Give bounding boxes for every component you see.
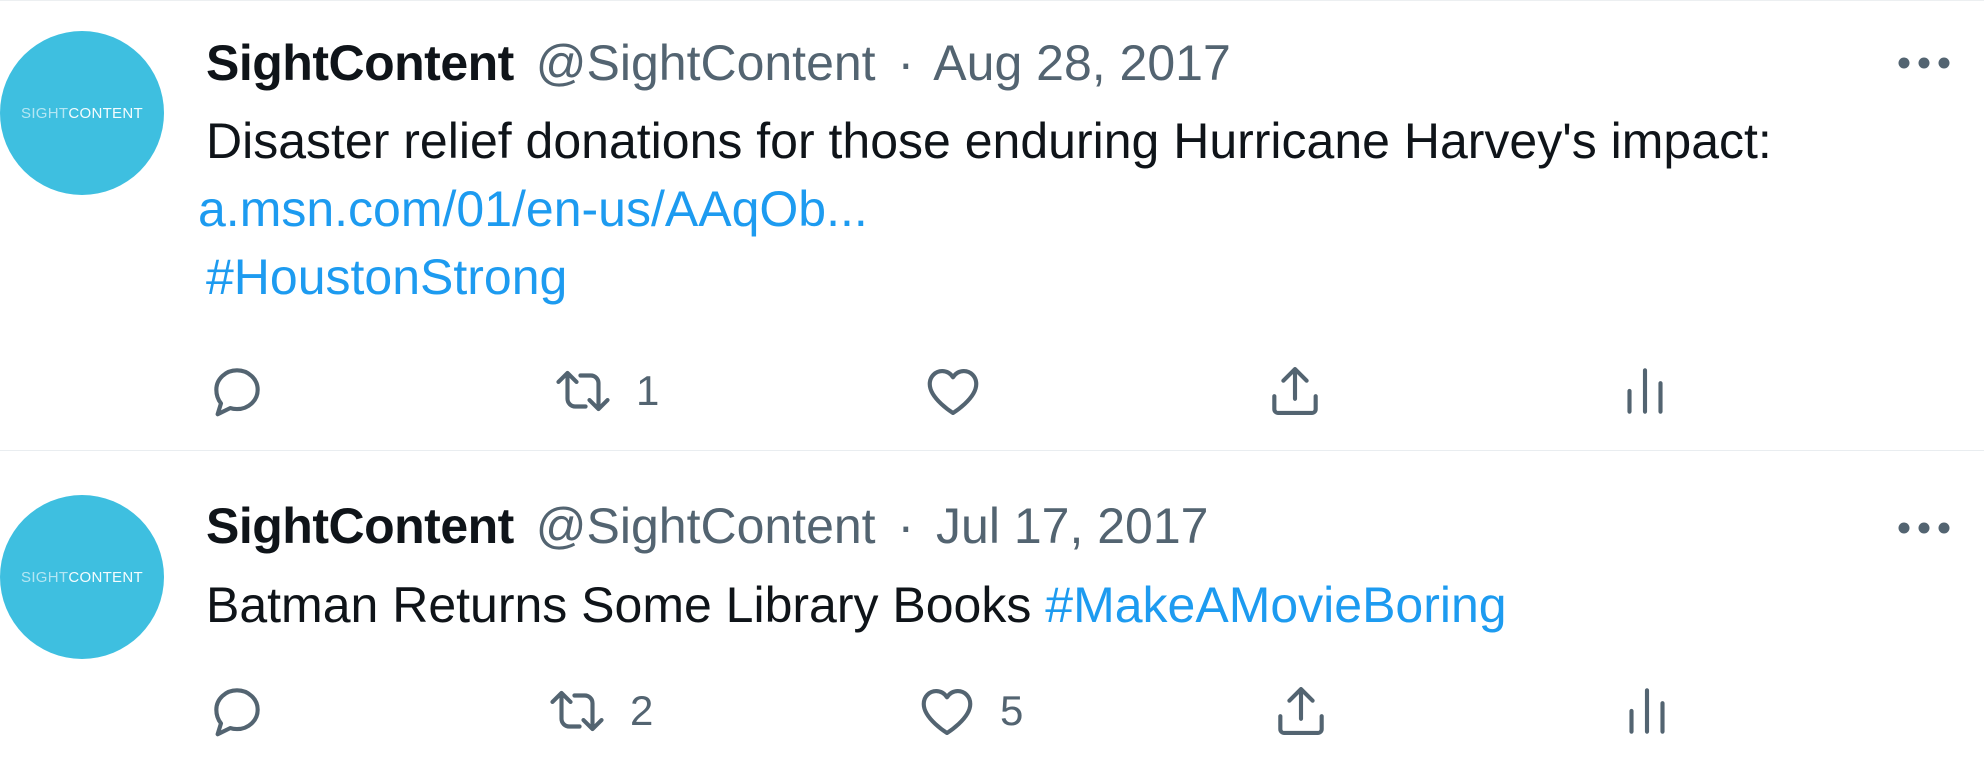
tweet-header: SightContent @SightContent · Jul 17, 201…	[206, 496, 1208, 556]
reply-button[interactable]	[206, 676, 290, 746]
hashtag-link[interactable]: #MakeAMovieBoring	[1045, 577, 1506, 633]
reply-icon	[214, 368, 260, 417]
heart-icon	[921, 689, 973, 736]
reply-button[interactable]	[206, 356, 290, 426]
tweet[interactable]: SIGHTCONTENT SightContent @SightContent …	[0, 0, 1984, 451]
share-icon	[1272, 366, 1318, 416]
analytics-icon	[1629, 688, 1665, 734]
tweet-link[interactable]: a.msn.com/01/en-us/AAqOb...	[198, 179, 868, 239]
tweet-actions: 1	[206, 356, 1766, 426]
author-handle[interactable]: @SightContent	[536, 35, 876, 91]
share-button[interactable]	[1270, 676, 1332, 746]
avatar-logo-text: SIGHTCONTENT	[21, 568, 143, 586]
analytics-icon	[1627, 368, 1663, 414]
author-handle[interactable]: @SightContent	[536, 498, 876, 554]
tweet-date[interactable]: Jul 17, 2017	[936, 498, 1208, 554]
tweet-actions: 2 5	[206, 676, 1766, 746]
retweet-button[interactable]: 1	[552, 356, 659, 426]
tweet-text: Disaster relief donations for those endu…	[206, 113, 1772, 169]
separator-dot: ·	[897, 498, 915, 554]
more-options-button[interactable]	[1894, 43, 1954, 83]
avatar[interactable]: SIGHTCONTENT	[0, 31, 164, 195]
separator-dot: ·	[897, 35, 915, 91]
author-name[interactable]: SightContent	[206, 35, 514, 91]
share-button[interactable]	[1264, 356, 1326, 426]
reply-icon	[214, 688, 260, 737]
retweet-count: 2	[630, 687, 654, 734]
author-name[interactable]: SightContent	[206, 498, 514, 554]
retweet-icon	[556, 370, 610, 412]
retweet-icon	[550, 690, 604, 732]
retweet-button[interactable]: 2	[546, 676, 653, 746]
tweet-text-plain: Batman Returns Some Library Books	[206, 577, 1046, 633]
analytics-button[interactable]	[1616, 676, 1678, 746]
tweet-date[interactable]: Aug 28, 2017	[933, 35, 1231, 91]
tweet-text: Batman Returns Some Library Books #MakeA…	[206, 575, 1507, 635]
like-count: 5	[1000, 687, 1024, 734]
tweet-header: SightContent @SightContent · Aug 28, 201…	[206, 33, 1231, 93]
ellipsis-icon	[1898, 522, 1950, 534]
hashtag-link[interactable]: #HoustonStrong	[206, 247, 567, 307]
analytics-button[interactable]	[1614, 356, 1676, 426]
heart-icon	[927, 369, 979, 416]
tweet[interactable]: SIGHTCONTENT SightContent @SightContent …	[0, 451, 1984, 762]
share-icon	[1278, 686, 1324, 736]
like-button[interactable]: 5	[916, 676, 1023, 746]
ellipsis-icon	[1898, 57, 1950, 69]
avatar-logo-text: SIGHTCONTENT	[21, 104, 143, 122]
retweet-count: 1	[636, 367, 660, 414]
avatar[interactable]: SIGHTCONTENT	[0, 495, 164, 659]
more-options-button[interactable]	[1894, 508, 1954, 548]
like-button[interactable]	[922, 356, 1006, 426]
